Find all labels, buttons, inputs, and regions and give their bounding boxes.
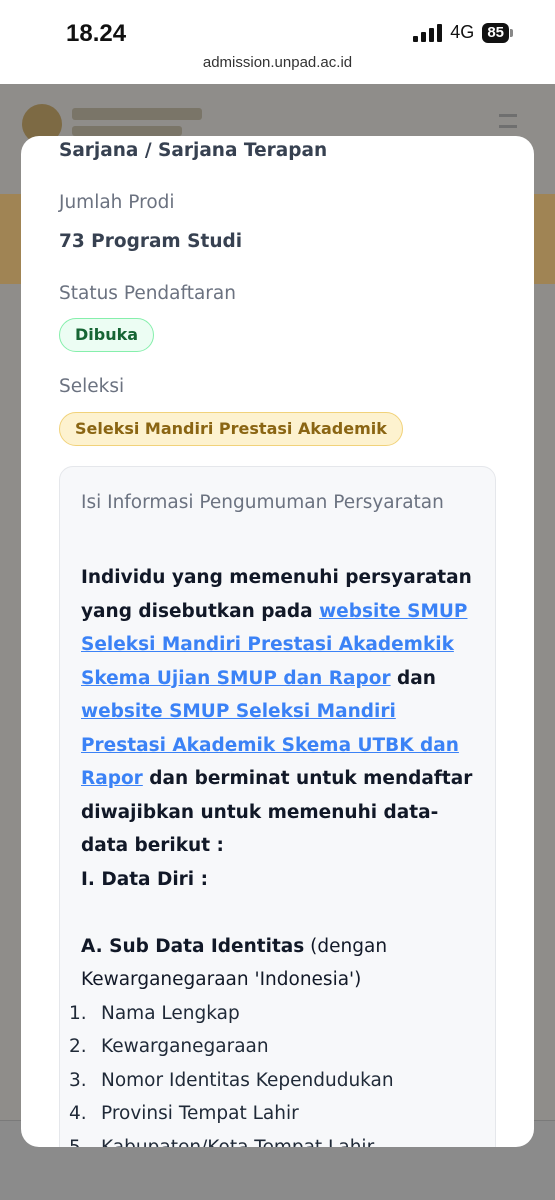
info-title: Isi Informasi Pengumuman Persyaratan [81, 492, 444, 513]
battery-level: 85 [482, 22, 509, 43]
list-item: 3. Nomor Identitas Kependudukan [69, 1069, 394, 1091]
menu-icon [499, 114, 517, 128]
battery-icon: 85 [482, 22, 513, 43]
status-time: 18.24 [66, 20, 127, 47]
prodi-label: Jumlah Prodi [59, 192, 175, 213]
browser-chrome: 18.24 4G 85 admission.unpad.ac.id [0, 0, 555, 84]
status-badge: Dibuka [59, 318, 155, 352]
list-item: 2. Kewarganegaraan [69, 1036, 269, 1057]
program-detail-modal: Sarjana / Sarjana Terapan Jumlah Prodi 7… [21, 136, 534, 1147]
section-data-diri: I. Data Diri : [81, 868, 208, 890]
intro-text-2: dan [390, 667, 436, 689]
address-bar[interactable]: admission.unpad.ac.id [0, 54, 555, 71]
seleksi-label: Seleksi [59, 376, 125, 397]
requirement-list: 1. Nama Lengkap 2. Kewarganegaraan 3. Nomor… [69, 997, 481, 1148]
network-type: 4G [450, 22, 475, 42]
signal-icon [413, 23, 443, 42]
info-body: Individu yang memenuhi persyaratan yang … [69, 561, 481, 1148]
status-indicators: 4G 85 [413, 22, 513, 43]
seleksi-badge: Seleksi Mandiri Prestasi Akademik [59, 412, 403, 446]
program-level: Sarjana / Sarjana Terapan [59, 140, 328, 161]
list-item: 5. Kabupaten/Kota Tempat Lahir [69, 1136, 375, 1148]
status-label: Status Pendaftaran [59, 283, 236, 304]
list-item: 4. Provinsi Tempat Lahir [69, 1103, 299, 1124]
prodi-value: 73 Program Studi [59, 231, 243, 252]
sub-data-identitas: A. Sub Data Identitas [81, 935, 305, 957]
info-box: Isi Informasi Pengumuman Persyaratan Ind… [59, 466, 496, 1147]
list-item: 1. Nama Lengkap [69, 1002, 240, 1024]
